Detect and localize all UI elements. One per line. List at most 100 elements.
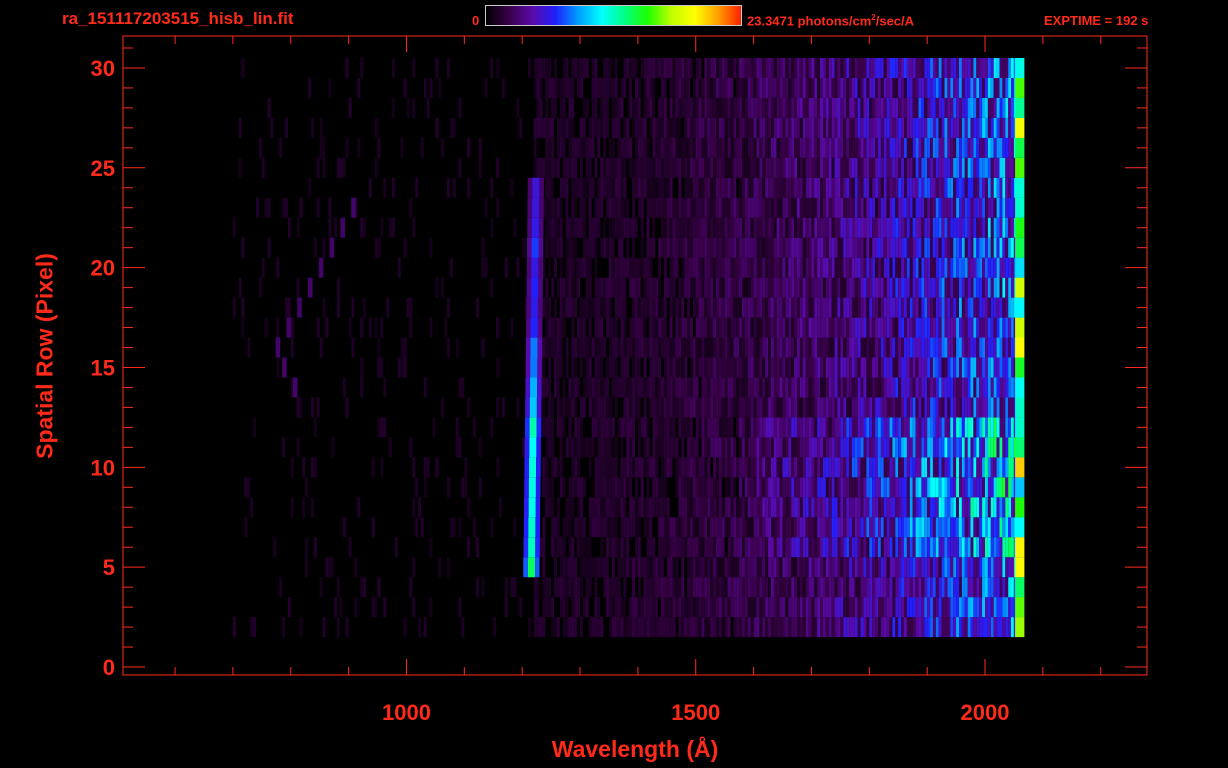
heatmap-cell — [568, 117, 572, 138]
heatmap-cell — [808, 337, 812, 358]
heatmap-cell — [985, 417, 988, 438]
heatmap-cell — [661, 197, 664, 218]
heatmap-cell — [993, 58, 997, 78]
heatmap-cell — [927, 517, 931, 538]
heatmap-cell — [924, 117, 928, 138]
heatmap-cell — [814, 417, 818, 438]
heatmap-cell — [889, 357, 893, 378]
heatmap-cell — [1008, 297, 1012, 318]
heatmap-cell — [690, 537, 693, 558]
heatmap-cell — [805, 237, 809, 258]
heatmap-cell — [927, 237, 931, 258]
heatmap-cell — [744, 577, 748, 598]
heatmap-cell — [996, 477, 1000, 498]
heatmap-cell — [374, 117, 378, 138]
heatmap-cell — [883, 577, 887, 598]
heatmap-cell — [918, 577, 922, 598]
heatmap-cell — [241, 297, 245, 318]
heatmap-cell — [585, 277, 589, 298]
heatmap-cell — [1015, 317, 1025, 338]
heatmap-cell — [643, 437, 647, 458]
heatmap-cell — [542, 417, 546, 438]
heatmap-cell — [973, 237, 977, 258]
heatmap-cell — [617, 297, 621, 318]
heatmap-cell — [860, 257, 864, 278]
heatmap-cell — [982, 177, 985, 198]
heatmap-cell — [875, 197, 878, 218]
heatmap-cell — [692, 157, 696, 178]
heatmap-cell — [643, 357, 647, 378]
heatmap-cell — [773, 97, 777, 118]
heatmap-cell — [756, 237, 760, 258]
heatmap-cell — [938, 557, 942, 578]
heatmap-cell — [406, 97, 410, 118]
heatmap-cell — [872, 177, 876, 198]
heatmap-cell — [744, 397, 748, 418]
heatmap-cell — [999, 577, 1003, 598]
heatmap-cell — [898, 357, 902, 378]
heatmap-cell — [736, 557, 740, 578]
heatmap-cell — [782, 617, 786, 638]
heatmap-cell — [724, 337, 728, 358]
heatmap-cell — [747, 417, 751, 438]
heatmap-cell — [773, 197, 777, 218]
heatmap-cell — [724, 477, 728, 498]
heatmap-cell — [597, 377, 601, 398]
heatmap-cell — [747, 517, 751, 538]
heatmap-cell — [730, 137, 734, 158]
heatmap-cell — [959, 237, 962, 258]
heatmap-cell — [389, 437, 392, 458]
heatmap-cell — [982, 257, 985, 278]
heatmap-cell — [788, 397, 792, 418]
heatmap-cell — [632, 517, 635, 538]
heatmap-cell — [866, 58, 870, 78]
heatmap-cell — [750, 97, 754, 118]
heatmap-cell — [776, 377, 780, 398]
heatmap-cell — [805, 337, 809, 358]
heatmap-cell — [918, 337, 922, 358]
heatmap-cell — [635, 97, 638, 118]
heatmap-cell — [895, 137, 899, 158]
heatmap-cell — [663, 397, 667, 418]
heatmap-cell — [779, 397, 783, 418]
heatmap-cell — [941, 58, 945, 78]
heatmap-cell — [990, 597, 994, 618]
heatmap-cell — [684, 157, 688, 178]
heatmap-cell — [1008, 497, 1012, 518]
heatmap-cell — [866, 217, 870, 238]
heatmap-cell — [993, 217, 997, 238]
heatmap-cell — [785, 397, 789, 418]
heatmap-cell — [878, 197, 881, 218]
heatmap-cell — [782, 257, 786, 278]
heatmap-cell — [721, 117, 725, 138]
heatmap-cell — [771, 357, 774, 378]
heatmap-cell — [637, 337, 641, 358]
heatmap-cell — [1002, 177, 1006, 198]
heatmap-cell — [788, 217, 792, 238]
heatmap-cell — [990, 97, 994, 118]
heatmap-cell — [782, 457, 786, 478]
heatmap-cell — [857, 417, 861, 438]
heatmap-cell — [794, 157, 797, 178]
heatmap-cell — [863, 97, 867, 118]
heatmap-cell — [921, 58, 925, 78]
heatmap-cell — [568, 497, 572, 518]
heatmap-cell — [759, 257, 763, 278]
heatmap-cell — [716, 77, 719, 98]
heatmap-cell — [626, 237, 630, 258]
heatmap-cell — [878, 117, 881, 138]
heatmap-cell — [756, 617, 760, 638]
heatmap-cell — [594, 297, 598, 318]
heatmap-cell — [895, 377, 899, 398]
heatmap-cell — [1002, 617, 1006, 638]
heatmap-cell — [938, 617, 942, 638]
heatmap-cell — [655, 577, 659, 598]
heatmap-cell — [823, 117, 826, 138]
heatmap-cell — [744, 557, 748, 578]
heatmap-cell — [637, 617, 641, 638]
heatmap-cell — [609, 357, 612, 378]
heatmap-cell — [811, 437, 815, 458]
heatmap-cell — [744, 617, 748, 638]
heatmap-cell — [886, 597, 890, 618]
heatmap-cell — [721, 177, 725, 198]
